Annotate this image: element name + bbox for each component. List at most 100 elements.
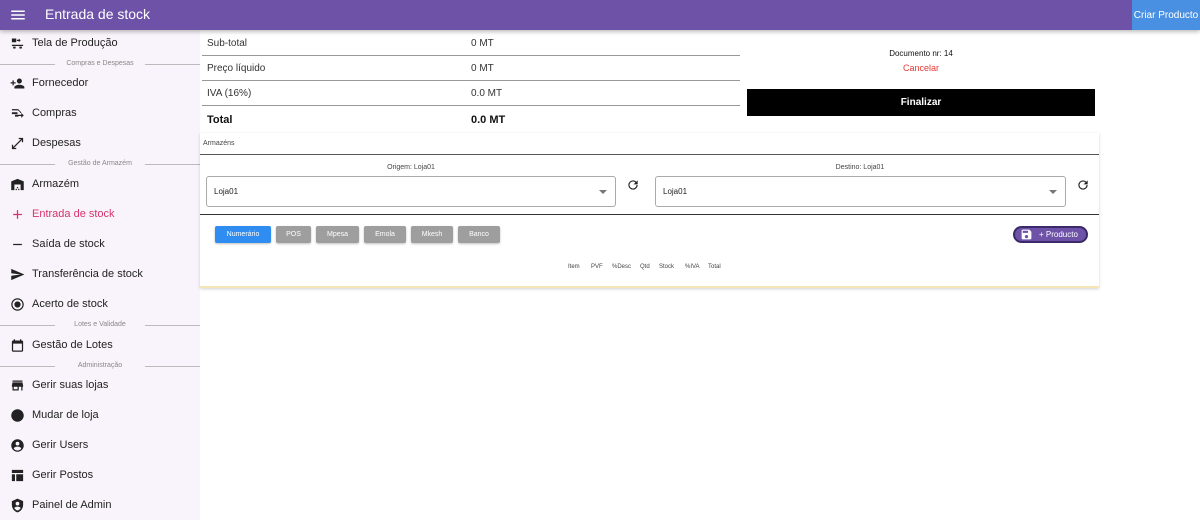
- origin-select[interactable]: Loja01: [206, 176, 616, 207]
- vat-label: IVA (16%): [207, 88, 252, 99]
- column-header-stock: Stock: [659, 264, 675, 270]
- admin-shield-icon: [10, 498, 25, 513]
- sidebar-item-stock-exit[interactable]: Saída de stock: [0, 232, 200, 256]
- total-row: Total 0.0 MT: [202, 106, 740, 131]
- column-header-quantity: Qtd: [640, 264, 650, 270]
- section-heading: Administração: [77, 362, 123, 369]
- account-circle-icon: [10, 438, 25, 453]
- sidebar-item-label: Compras: [32, 107, 77, 119]
- sidebar-item-label: Gerir Users: [32, 439, 89, 451]
- store-icon: [10, 378, 25, 393]
- warehouses-panel: Armazéns Origem: Loja01 Loja01 Destino: …: [200, 133, 1099, 288]
- sidebar-item-label: Entrada de stock: [32, 208, 115, 220]
- sidebar-item-label: Gestão de Lotes: [32, 339, 113, 351]
- section-heading: Compras e Despesas: [66, 60, 134, 67]
- net-price-value: 0 MT: [471, 63, 494, 74]
- section-divider: Administração: [0, 361, 200, 371]
- sidebar-item-change-store[interactable]: Mudar de loja: [0, 403, 200, 427]
- sidebar-item-stock-adjustment[interactable]: Acerto de stock: [0, 292, 200, 316]
- vat-value: 0.0 MT: [471, 88, 503, 99]
- add-product-label: + Producto: [1039, 230, 1078, 239]
- section-divider: Lotes e Validade: [0, 320, 200, 330]
- net-price-label: Preço líquido: [207, 63, 266, 74]
- sidebar-item-manage-users[interactable]: Gerir Users: [0, 433, 200, 457]
- section-divider: Gestão de Armazém: [0, 159, 200, 169]
- panel-title: Armazéns: [203, 140, 235, 147]
- person-add-icon: [10, 76, 25, 91]
- sidebar-item-warehouse[interactable]: Armazém: [0, 172, 200, 196]
- column-header-vat: %IVA: [685, 264, 700, 270]
- sidebar-item-label: Saída de stock: [32, 238, 105, 250]
- sidebar-item-batches[interactable]: Gestão de Lotes: [0, 333, 200, 357]
- sidebar-item-supplier[interactable]: Fornecedor: [0, 71, 200, 95]
- destination-select[interactable]: Loja01: [655, 176, 1066, 207]
- sidebar-item-stock-transfer[interactable]: Transferência de stock: [0, 262, 200, 286]
- sidebar-item-label: Tela de Produção: [32, 37, 118, 49]
- destination-value: Loja01: [663, 187, 688, 196]
- minus-icon: [10, 237, 25, 252]
- column-header-total: Total: [708, 264, 721, 270]
- sidebar-item-label: Armazém: [32, 178, 80, 190]
- section-heading: Lotes e Validade: [74, 321, 126, 328]
- destination-label: Destino: Loja01: [835, 164, 885, 171]
- sidebar-item-label: Acerto de stock: [32, 298, 108, 310]
- sidebar-item-manage-stores[interactable]: Gerir suas lojas: [0, 373, 200, 397]
- sidebar-item-manage-posts[interactable]: Gerir Postos: [0, 463, 200, 487]
- sidebar-item-label: Gerir suas lojas: [32, 379, 109, 391]
- payment-emola-button[interactable]: Emola: [364, 226, 406, 243]
- calendar-icon: [10, 338, 25, 353]
- sidebar-item-purchases[interactable]: Compras: [0, 101, 200, 125]
- create-product-button[interactable]: Criar Producto: [1132, 0, 1200, 30]
- sidebar-item-stock-entry[interactable]: Entrada de stock: [0, 202, 200, 226]
- chevron-down-icon: [599, 190, 607, 194]
- table-icon: [10, 468, 25, 483]
- payment-pos-button[interactable]: POS: [276, 226, 311, 243]
- column-header-pvf: PVF: [591, 264, 603, 270]
- column-header-item: Item: [568, 264, 580, 270]
- refresh-destination-icon[interactable]: [1076, 178, 1090, 192]
- cancel-button[interactable]: Cancelar: [747, 63, 1095, 73]
- sidebar-item-production[interactable]: Tela de Produção: [0, 31, 200, 55]
- sidebar-item-expenses[interactable]: Despesas: [0, 131, 200, 155]
- add-product-button[interactable]: + Producto: [1013, 226, 1088, 243]
- divider: [200, 154, 1099, 155]
- sidebar-item-label: Painel de Admin: [32, 499, 112, 511]
- sidebar: Tela de Produção Compras e Despesas Forn…: [0, 30, 200, 520]
- finalize-button[interactable]: Finalizar: [747, 89, 1095, 116]
- payment-mkesh-button[interactable]: Mkesh: [411, 226, 453, 243]
- page-title: Entrada de stock: [45, 6, 151, 22]
- total-value: 0.0 MT: [471, 114, 506, 126]
- sidebar-item-admin-panel[interactable]: Painel de Admin: [0, 493, 200, 517]
- refresh-origin-icon[interactable]: [626, 178, 640, 192]
- origin-value: Loja01: [214, 187, 239, 196]
- sidebar-item-label: Fornecedor: [32, 77, 89, 89]
- payment-cash-button[interactable]: Numerário: [215, 226, 271, 243]
- subtotal-value: 0 MT: [471, 38, 494, 49]
- subtotal-row: Sub-total 0 MT: [202, 31, 740, 56]
- total-label: Total: [207, 114, 233, 126]
- target-icon: [10, 297, 25, 312]
- send-icon: [10, 267, 25, 282]
- origin-label: Origem: Loja01: [387, 164, 435, 171]
- cart-arrow-icon: [10, 106, 25, 121]
- production-icon: [10, 36, 25, 51]
- swap-icon: [10, 408, 25, 423]
- app-bar: Entrada de stock Criar Producto: [0, 0, 1200, 30]
- section-divider: Compras e Despesas: [0, 59, 200, 69]
- section-heading: Gestão de Armazém: [68, 160, 132, 167]
- chevron-down-icon: [1049, 190, 1057, 194]
- document-number: Documento nr: 14: [889, 49, 953, 58]
- column-header-discount: %Desc: [612, 264, 632, 270]
- net-price-row: Preço líquido 0 MT: [202, 56, 740, 81]
- payment-bank-button[interactable]: Banco: [458, 226, 500, 243]
- payment-mpesa-button[interactable]: Mpesa: [316, 226, 359, 243]
- save-icon: [1020, 228, 1033, 241]
- expand-arrow-icon: [10, 136, 25, 151]
- plus-icon: [10, 207, 25, 222]
- sidebar-item-label: Despesas: [32, 137, 81, 149]
- menu-icon[interactable]: [9, 6, 27, 24]
- sidebar-item-label: Gerir Postos: [32, 469, 94, 481]
- warehouse-icon: [10, 177, 25, 192]
- subtotal-label: Sub-total: [207, 38, 248, 49]
- sidebar-item-label: Transferência de stock: [32, 268, 143, 280]
